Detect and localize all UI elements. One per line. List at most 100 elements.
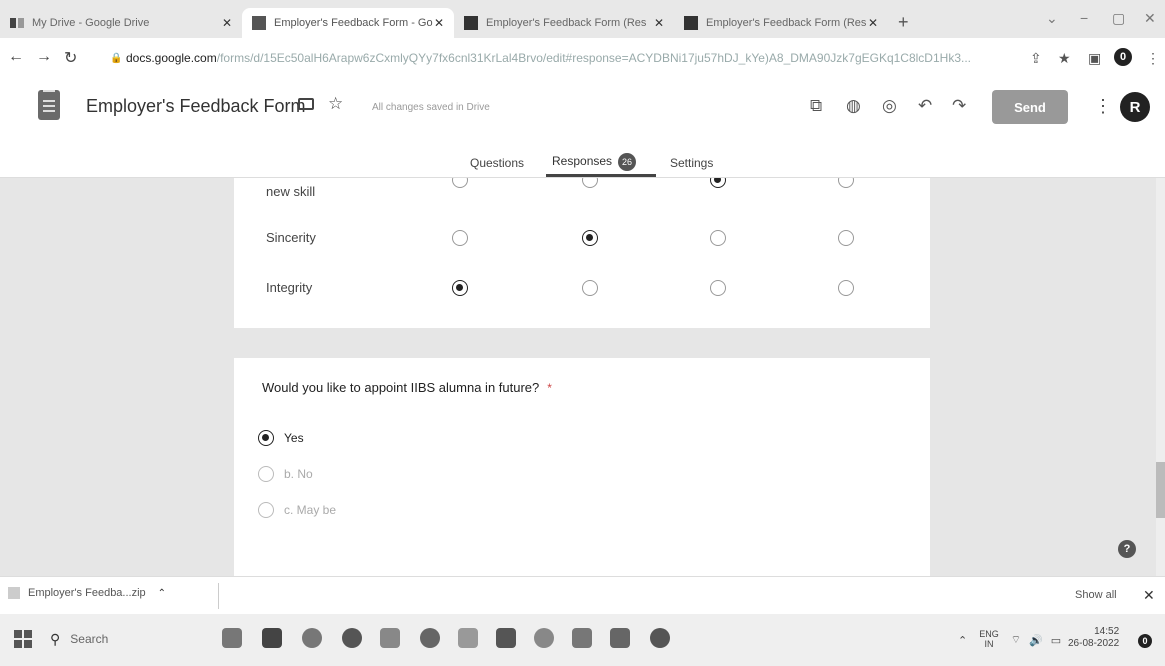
browser-tab-sheets-2[interactable]: Employer's Feedback Form (Res ✕ [674, 8, 888, 38]
option-maybe[interactable]: c. May be [258, 500, 336, 520]
undo-icon[interactable]: ↶ [918, 96, 932, 116]
grid-radio[interactable] [838, 178, 854, 188]
tab-questions[interactable]: Questions [470, 156, 524, 170]
choice-question-card: Would you like to appoint IIBS alumna in… [234, 358, 930, 576]
share-icon[interactable]: ⇪ [1030, 50, 1042, 67]
download-bar: Employer's Feedba...zip ⌃ Show all ✕ [0, 576, 1165, 614]
star-icon[interactable]: ☆ [328, 94, 343, 114]
chevron-down-icon[interactable]: ⌄ [1046, 10, 1058, 27]
grid-radio[interactable] [838, 230, 854, 246]
drive-icon [10, 18, 24, 28]
edge-icon[interactable] [420, 628, 440, 648]
photos-icon[interactable] [496, 628, 516, 648]
windows-start-icon[interactable] [14, 630, 32, 648]
redo-icon[interactable]: ↷ [952, 96, 966, 116]
grid-radio[interactable] [710, 178, 726, 188]
option-yes[interactable]: Yes [258, 428, 304, 448]
show-all-link[interactable]: Show all [1075, 589, 1117, 601]
required-marker: * [547, 381, 552, 395]
forms-icon [252, 16, 266, 30]
browser-tab-strip: My Drive - Google Drive ✕ Employer's Fee… [0, 0, 1165, 38]
volume-icon[interactable]: 🔊 [1029, 634, 1043, 647]
grid-radio[interactable] [838, 280, 854, 296]
option-radio[interactable] [258, 430, 274, 446]
clock[interactable]: 14:52 26-08-2022 [1068, 626, 1119, 650]
reload-button[interactable]: ↻ [64, 48, 77, 68]
app-icon[interactable] [572, 628, 592, 648]
back-button[interactable]: ← [8, 48, 24, 66]
address-bar-row: ← → ↻ 🔒 docs.google.com /forms/d/15Ec50a… [0, 38, 1165, 78]
url-bar[interactable]: 🔒 docs.google.com /forms/d/15Ec50alH6Ara… [110, 44, 1000, 72]
language-indicator[interactable]: ENG IN [979, 629, 999, 650]
scrollbar-thumb[interactable] [1156, 462, 1165, 518]
form-title[interactable]: Employer's Feedback Form [86, 96, 306, 117]
close-icon[interactable]: ✕ [434, 16, 444, 30]
addon-icon[interactable]: ⧉ [810, 96, 822, 116]
minimize-button[interactable]: − [1080, 10, 1088, 26]
close-icon[interactable]: ✕ [868, 16, 878, 30]
browser-tab-drive[interactable]: My Drive - Google Drive ✕ [0, 8, 242, 38]
save-status: All changes saved in Drive [372, 102, 490, 113]
browser-tab-forms[interactable]: Employer's Feedback Form - Go ✕ [242, 8, 454, 38]
window-close-button[interactable]: ✕ [1144, 10, 1156, 27]
close-icon[interactable]: ✕ [1143, 587, 1155, 604]
grid-radio[interactable] [452, 280, 468, 296]
help-icon[interactable]: ? [1118, 540, 1136, 558]
sidepanel-icon[interactable]: ▣ [1088, 50, 1101, 67]
lang-bottom: IN [984, 639, 994, 649]
browser-menu-icon[interactable]: ⋮ [1146, 50, 1160, 67]
profile-avatar[interactable]: 0 [1114, 48, 1132, 66]
download-item[interactable]: Employer's Feedba...zip ⌃ [8, 587, 166, 599]
grid-radio[interactable] [582, 230, 598, 246]
forms-logo-icon[interactable] [38, 90, 60, 120]
grid-radio[interactable] [582, 178, 598, 188]
grid-radio[interactable] [452, 178, 468, 188]
task-view-icon[interactable] [262, 628, 282, 648]
chevron-up-icon[interactable]: ⌃ [958, 634, 967, 647]
option-no[interactable]: b. No [258, 464, 313, 484]
grid-radio[interactable] [582, 280, 598, 296]
tab-settings[interactable]: Settings [670, 156, 713, 170]
browser-tab-sheets-1[interactable]: Employer's Feedback Form (Res ✕ [454, 8, 674, 38]
grid-radio[interactable] [710, 230, 726, 246]
store-icon[interactable] [458, 628, 478, 648]
option-radio[interactable] [258, 466, 274, 482]
option-radio[interactable] [258, 502, 274, 518]
taskbar-search[interactable]: ⚲ Search [50, 624, 190, 654]
divider [218, 583, 219, 609]
palette-icon[interactable]: ◍ [846, 96, 861, 116]
tab-label: Employer's Feedback Form - Go [274, 17, 433, 29]
grid-question-card: new skill Sincerity Integrity [234, 178, 930, 328]
option-label: b. No [284, 467, 313, 481]
more-options-icon[interactable]: ⋮ [1094, 96, 1112, 117]
zip-file-icon [8, 587, 20, 599]
app-icon[interactable] [610, 628, 630, 648]
battery-icon[interactable]: ▭ [1051, 634, 1061, 647]
chrome-icon[interactable] [534, 628, 554, 648]
maximize-button[interactable]: ▢ [1112, 10, 1125, 27]
grid-radio[interactable] [452, 230, 468, 246]
wifi-icon[interactable]: ⌔ [1011, 633, 1021, 647]
folder-icon[interactable] [298, 98, 314, 110]
avatar[interactable]: R [1120, 92, 1150, 122]
send-button[interactable]: Send [992, 90, 1068, 124]
new-tab-button[interactable]: + [898, 12, 909, 33]
taskbar: ⚲ Search ⌃ ENG IN ⌔ 🔊 ▭ 14:52 26-08-2022… [0, 614, 1165, 666]
close-icon[interactable]: ✕ [654, 16, 664, 30]
chevron-up-icon[interactable]: ⌃ [158, 588, 166, 599]
bookmark-star-icon[interactable]: ★ [1058, 50, 1071, 67]
weather-icon[interactable] [302, 628, 322, 648]
widgets-icon[interactable] [222, 628, 242, 648]
grid-row-label: Sincerity [266, 230, 316, 245]
grid-row-label: new skill [266, 184, 316, 199]
notification-badge[interactable]: 0 [1138, 634, 1152, 648]
chrome-icon[interactable] [650, 628, 670, 648]
close-icon[interactable]: ✕ [222, 16, 232, 30]
preview-eye-icon[interactable]: ◎ [882, 96, 897, 116]
tab-responses[interactable]: Responses 26 [552, 153, 637, 171]
file-explorer-icon[interactable] [380, 628, 400, 648]
grid-radio[interactable] [710, 280, 726, 296]
question-label: Would you like to appoint IIBS alumna in… [262, 380, 540, 395]
forward-button[interactable]: → [36, 48, 52, 66]
chat-icon[interactable] [342, 628, 362, 648]
